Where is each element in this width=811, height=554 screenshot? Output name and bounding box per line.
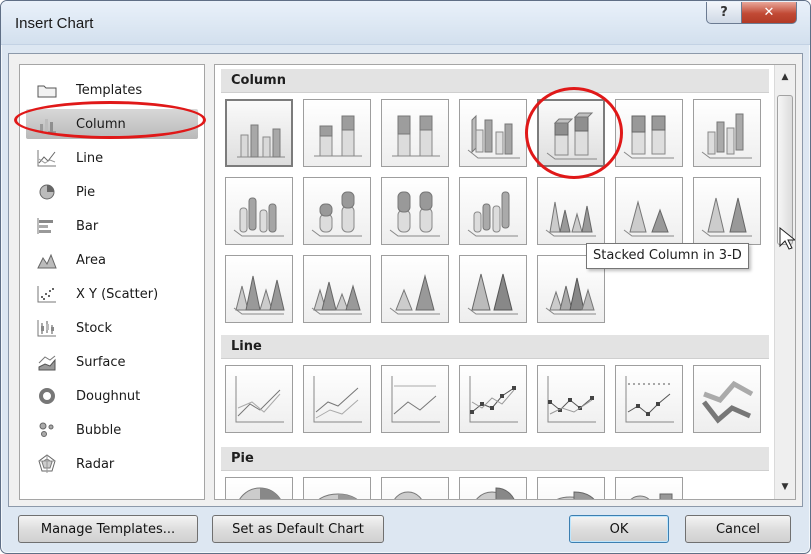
- set-default-chart-button[interactable]: Set as Default Chart: [212, 515, 384, 543]
- sidebar-item-area[interactable]: Area: [26, 245, 198, 275]
- sidebar-item-pie[interactable]: Pie: [26, 177, 198, 207]
- cancel-button[interactable]: Cancel: [685, 515, 791, 543]
- thumb-100-stacked-line-with-markers[interactable]: [615, 365, 683, 433]
- thumb-3d-column[interactable]: [693, 99, 761, 167]
- sidebar-item-bubble[interactable]: Bubble: [26, 415, 198, 445]
- gallery-scrollbar[interactable]: ▲ ▼: [774, 65, 795, 499]
- manage-templates-button[interactable]: Manage Templates...: [18, 515, 198, 543]
- sidebar-item-surface[interactable]: Surface: [26, 347, 198, 377]
- thumb-stacked-column-3d[interactable]: [537, 99, 605, 167]
- thumb-100-stacked-cone[interactable]: [693, 177, 761, 245]
- scrollbar-thumb[interactable]: [777, 95, 793, 245]
- sidebar-item-label: X Y (Scatter): [76, 286, 159, 302]
- title-bar: Insert Chart ? ✕: [1, 1, 810, 45]
- area-chart-icon: [34, 250, 60, 270]
- stock-chart-icon: [34, 318, 60, 338]
- chart-subtype-gallery: Column Line Pie ▲ ▼ Stacked Column in 3-…: [214, 64, 796, 500]
- sidebar-item-label: Area: [76, 252, 106, 268]
- thumb-100-stacked-column[interactable]: [381, 99, 449, 167]
- thumb-stacked-line-with-markers[interactable]: [537, 365, 605, 433]
- thumb-3d-line[interactable]: [693, 365, 761, 433]
- section-header-line: Line: [221, 335, 769, 359]
- sidebar-item-column[interactable]: Column: [26, 109, 198, 139]
- thumb-stacked-line[interactable]: [303, 365, 371, 433]
- sidebar-item-scatter[interactable]: X Y (Scatter): [26, 279, 198, 309]
- sidebar-item-templates[interactable]: Templates: [26, 75, 198, 105]
- thumb-100-stacked-cylinder[interactable]: [381, 177, 449, 245]
- help-icon: ?: [720, 5, 728, 20]
- sidebar-item-label: Stock: [76, 320, 112, 336]
- folder-icon: [34, 80, 60, 100]
- close-button[interactable]: ✕: [741, 2, 797, 24]
- line-chart-icon: [34, 148, 60, 168]
- thumb-100-stacked-line[interactable]: [381, 365, 449, 433]
- sidebar-item-label: Templates: [76, 82, 143, 98]
- pie-chart-icon: [34, 182, 60, 202]
- bubble-chart-icon: [34, 420, 60, 440]
- scroll-up-arrow-icon[interactable]: ▲: [775, 67, 795, 87]
- thumb-line-with-markers[interactable]: [459, 365, 527, 433]
- thumb-stacked-pyramid[interactable]: [303, 255, 371, 323]
- dialog-title: Insert Chart: [15, 15, 94, 32]
- sidebar-item-label: Bar: [76, 218, 99, 234]
- radar-chart-icon: [34, 454, 60, 474]
- sidebar-item-label: Surface: [76, 354, 126, 370]
- mouse-cursor-icon: [779, 227, 795, 250]
- thumb-3d-cylinder[interactable]: [459, 177, 527, 245]
- thumbnail-tooltip: Stacked Column in 3-D: [586, 243, 749, 269]
- scatter-chart-icon: [34, 284, 60, 304]
- surface-chart-icon: [34, 352, 60, 372]
- thumb-stacked-column[interactable]: [303, 99, 371, 167]
- thumb-100-stacked-column-3d[interactable]: [615, 99, 683, 167]
- thumb-clustered-pyramid[interactable]: [225, 255, 293, 323]
- sidebar-item-bar[interactable]: Bar: [26, 211, 198, 241]
- thumb-stacked-cylinder[interactable]: [303, 177, 371, 245]
- sidebar-item-label: Column: [76, 116, 126, 132]
- thumb-3d-pyramid[interactable]: [459, 255, 527, 323]
- dialog-content: Templates Column Line Pie Bar Area X Y (…: [8, 53, 803, 507]
- insert-chart-dialog: Insert Chart ? ✕ Templates Column Line P…: [0, 0, 811, 554]
- thumb-stacked-cone[interactable]: [615, 177, 683, 245]
- scroll-down-arrow-icon[interactable]: ▼: [775, 477, 795, 497]
- sidebar-item-label: Doughnut: [76, 388, 141, 404]
- thumb-pie-of-pie[interactable]: [381, 477, 449, 499]
- sidebar-item-line[interactable]: Line: [26, 143, 198, 173]
- thumb-100-stacked-pyramid[interactable]: [381, 255, 449, 323]
- thumb-clustered-column[interactable]: [225, 99, 293, 167]
- sidebar-item-label: Pie: [76, 184, 96, 200]
- sidebar-item-doughnut[interactable]: Doughnut: [26, 381, 198, 411]
- thumb-clustered-cone[interactable]: [537, 177, 605, 245]
- thumb-pie[interactable]: [225, 477, 293, 499]
- chart-type-list: Templates Column Line Pie Bar Area X Y (…: [19, 64, 205, 500]
- column-chart-icon: [34, 114, 60, 134]
- section-header-column: Column: [221, 69, 769, 93]
- thumb-clustered-cylinder[interactable]: [225, 177, 293, 245]
- thumb-exploded-pie[interactable]: [459, 477, 527, 499]
- thumb-3d-clustered-column[interactable]: [459, 99, 527, 167]
- sidebar-item-radar[interactable]: Radar: [26, 449, 198, 479]
- sidebar-item-label: Bubble: [76, 422, 122, 438]
- help-button[interactable]: ?: [706, 2, 742, 24]
- ok-button[interactable]: OK: [569, 515, 669, 543]
- thumb-line[interactable]: [225, 365, 293, 433]
- close-icon: ✕: [763, 5, 775, 20]
- bar-chart-icon: [34, 216, 60, 236]
- thumb-3d-pie[interactable]: [303, 477, 371, 499]
- section-header-pie: Pie: [221, 447, 769, 471]
- thumb-bar-of-pie[interactable]: [615, 477, 683, 499]
- thumb-exploded-3d-pie[interactable]: [537, 477, 605, 499]
- doughnut-chart-icon: [34, 386, 60, 406]
- sidebar-item-stock[interactable]: Stock: [26, 313, 198, 343]
- sidebar-item-label: Radar: [76, 456, 115, 472]
- sidebar-item-label: Line: [76, 150, 104, 166]
